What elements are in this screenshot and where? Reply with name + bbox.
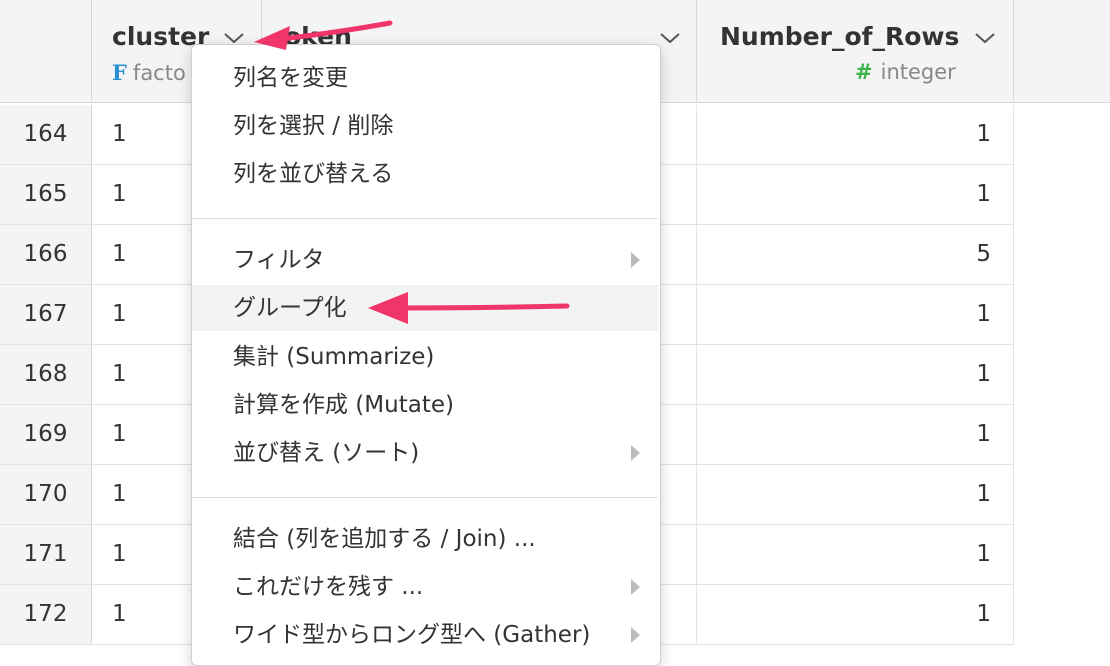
submenu-arrow-icon	[631, 579, 640, 595]
submenu-arrow-icon	[631, 445, 640, 461]
chevron-down-icon[interactable]	[658, 30, 682, 46]
submenu-arrow-icon	[631, 252, 640, 268]
row-number: 166	[0, 225, 92, 284]
menu-item-summarize[interactable]: 集計 (Summarize)	[192, 334, 658, 380]
menu-item-keep-only[interactable]: これだけを残す ...	[192, 564, 658, 610]
menu-item-label: 列を並び替える	[233, 161, 394, 187]
menu-item-select-remove-columns[interactable]: 列を選択 / 削除	[192, 103, 658, 149]
factor-type-icon: F	[112, 60, 127, 85]
menu-item-label: これだけを残す ...	[233, 574, 424, 600]
menu-item-mutate[interactable]: 計算を作成 (Mutate)	[192, 382, 658, 428]
menu-divider	[192, 218, 658, 219]
cell-number-of-rows[interactable]: 1	[697, 405, 1014, 464]
menu-item-reorder-columns[interactable]: 列を並び替える	[192, 151, 658, 197]
row-number: 164	[0, 105, 92, 164]
chevron-down-icon[interactable]	[973, 30, 997, 46]
menu-item-label: 列を選択 / 削除	[233, 113, 394, 139]
menu-item-join[interactable]: 結合 (列を追加する / Join) ...	[192, 516, 658, 562]
cell-number-of-rows[interactable]: 1	[697, 465, 1014, 524]
row-number: 169	[0, 405, 92, 464]
menu-item-label: 集計 (Summarize)	[233, 344, 435, 370]
menu-item-label: フィルタ	[233, 247, 325, 273]
menu-item-label: 列名を変更	[233, 65, 348, 91]
cell-number-of-rows[interactable]: 1	[697, 585, 1014, 644]
menu-item-filter[interactable]: フィルタ	[192, 237, 658, 283]
menu-item-label: 結合 (列を追加する / Join) ...	[233, 526, 536, 552]
column-type-label: integer	[880, 60, 956, 84]
row-number: 168	[0, 345, 92, 404]
cell-number-of-rows[interactable]: 1	[697, 345, 1014, 404]
column-type: # integer	[855, 60, 956, 84]
menu-item-label: グループ化	[233, 295, 347, 321]
annotation-arrow-icon	[368, 292, 570, 324]
integer-type-icon: #	[855, 60, 873, 84]
cell-number-of-rows[interactable]: 1	[697, 525, 1014, 584]
column-type-label: facto	[132, 61, 186, 85]
menu-item-rename-column[interactable]: 列名を変更	[192, 55, 658, 101]
menu-item-label: 並び替え (ソート)	[233, 440, 420, 466]
cell-number-of-rows[interactable]: 1	[697, 105, 1014, 164]
column-name: Number_of_Rows	[720, 22, 960, 51]
menu-item-label: 計算を作成 (Mutate)	[233, 392, 454, 418]
menu-item-sort[interactable]: 並び替え (ソート)	[192, 430, 658, 476]
cell-number-of-rows[interactable]: 1	[697, 285, 1014, 344]
annotation-arrow-icon	[254, 20, 393, 50]
row-number: 167	[0, 285, 92, 344]
cell-number-of-rows[interactable]: 1	[697, 165, 1014, 224]
menu-divider	[192, 497, 658, 498]
row-number: 172	[0, 585, 92, 644]
row-number-header	[0, 0, 92, 102]
row-number: 165	[0, 165, 92, 224]
column-context-menu: 列名を変更 列を選択 / 削除 列を並び替える フィルタ グループ化 集計 (S…	[191, 44, 661, 666]
submenu-arrow-icon	[631, 627, 640, 643]
menu-item-label: ワイド型からロング型へ (Gather)	[233, 622, 591, 648]
menu-item-gather[interactable]: ワイド型からロング型へ (Gather)	[192, 612, 658, 658]
cell-number-of-rows[interactable]: 5	[697, 225, 1014, 284]
row-number: 171	[0, 525, 92, 584]
row-number: 170	[0, 465, 92, 524]
column-type: Ffacto	[112, 60, 186, 85]
column-header-number-of-rows[interactable]: Number_of_Rows # integer	[697, 0, 1014, 102]
